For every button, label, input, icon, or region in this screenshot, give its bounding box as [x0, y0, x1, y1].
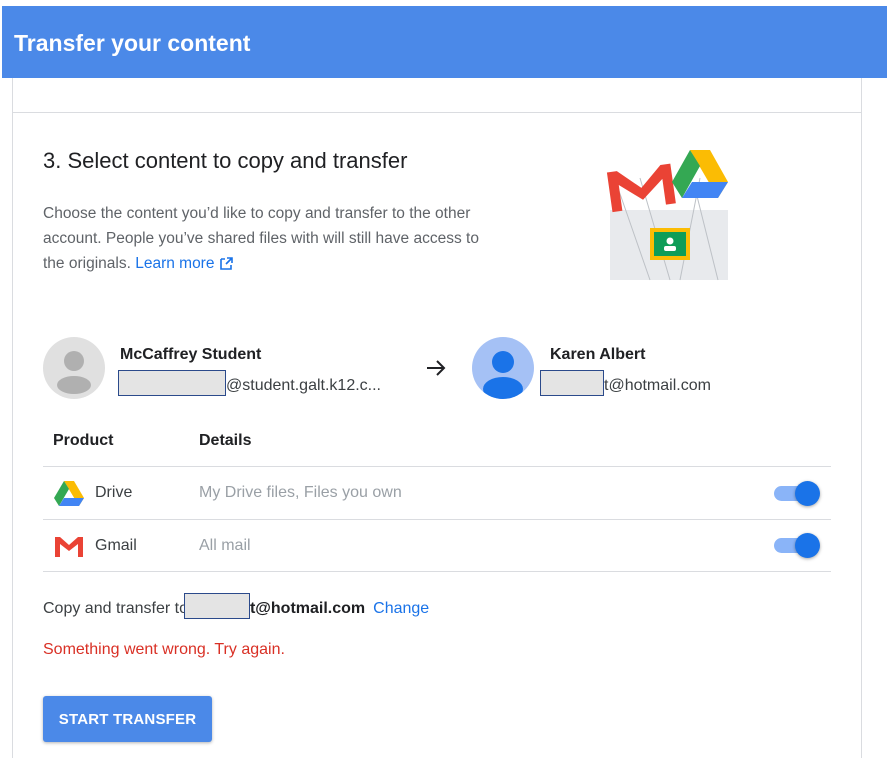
table-divider: [43, 571, 831, 572]
table-divider: [43, 466, 831, 467]
source-avatar: [43, 337, 105, 399]
product-column-header: Product: [53, 432, 114, 449]
source-email-suffix: @student.galt.k12.c...: [226, 377, 381, 394]
change-link[interactable]: Change: [373, 600, 429, 617]
source-account-name: McCaffrey Student: [120, 346, 262, 363]
table-divider: [43, 519, 831, 520]
destination-account-name: Karen Albert: [550, 346, 646, 363]
redacted-box: [118, 370, 226, 396]
drive-icon: [54, 481, 84, 506]
redacted-box: [540, 370, 604, 396]
gmail-toggle[interactable]: [772, 530, 822, 560]
step-description-text: Choose the content you’d like to copy an…: [43, 205, 479, 272]
start-transfer-button[interactable]: START TRANSFER: [43, 696, 212, 742]
error-message: Something went wrong. Try again.: [43, 641, 285, 658]
toggle-knob: [795, 481, 820, 506]
gmail-label: Gmail: [95, 537, 137, 554]
gmail-drive-classroom-illustration: [606, 150, 728, 281]
redacted-box: [183, 593, 250, 619]
person-icon: [483, 351, 523, 399]
header-title: Transfer your content: [14, 30, 251, 56]
learn-more-label: Learn more: [135, 255, 215, 272]
step-title: 3. Select content to copy and transfer: [43, 148, 408, 173]
app-header: Transfer your content: [2, 6, 887, 78]
transfer-summary-prefix: Copy and transfer to: [43, 600, 188, 617]
transfer-summary: Copy and transfer to t@hotmail.com Change: [43, 593, 429, 619]
person-icon: [57, 351, 91, 394]
toggle-knob: [795, 533, 820, 558]
source-account-email: @student.galt.k12.c...: [118, 370, 381, 396]
open-external-icon: [220, 257, 234, 270]
gmail-icon: [55, 537, 83, 557]
drive-label: Drive: [95, 484, 133, 501]
learn-more-link[interactable]: Learn more: [135, 255, 234, 272]
destination-email-suffix: t@hotmail.com: [604, 377, 711, 394]
drive-details: My Drive files, Files you own: [199, 484, 402, 501]
details-column-header: Details: [199, 432, 252, 449]
panel-divider: [12, 112, 861, 113]
step-description: Choose the content you’d like to copy an…: [43, 201, 483, 276]
gmail-details: All mail: [199, 537, 251, 554]
destination-account-email: t@hotmail.com: [540, 370, 711, 396]
drive-toggle[interactable]: [772, 478, 822, 508]
transfer-summary-email: t@hotmail.com: [249, 600, 366, 617]
arrow-right-icon: [427, 360, 446, 376]
destination-avatar: [472, 337, 534, 399]
